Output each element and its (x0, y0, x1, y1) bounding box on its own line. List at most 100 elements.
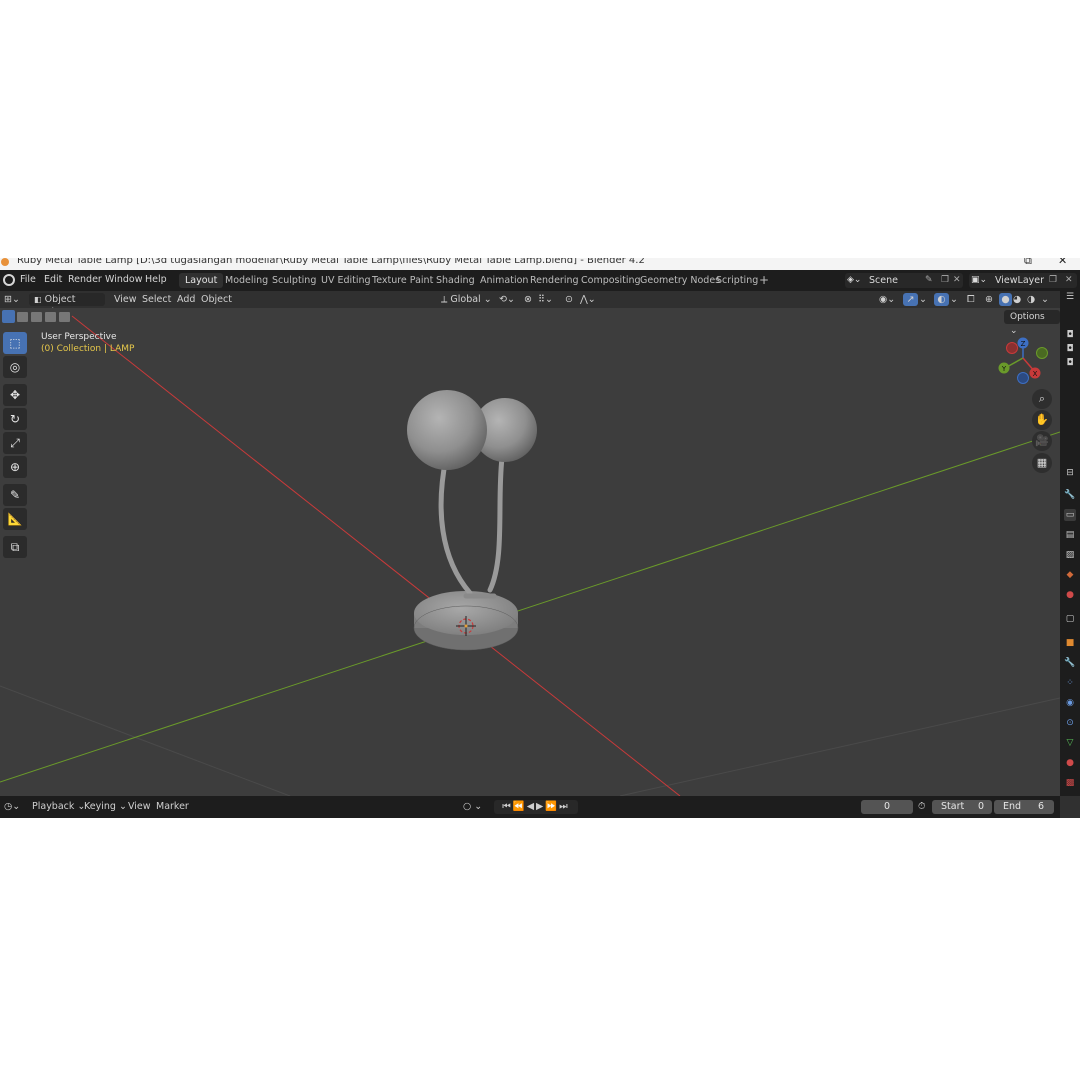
world-tab-icon[interactable]: ● (1064, 589, 1076, 601)
falloff-icon[interactable]: ⋀⌄ (580, 293, 596, 306)
rotate-tool[interactable]: ↻ (3, 408, 27, 430)
menu-view[interactable]: View (114, 293, 137, 306)
menu-help[interactable]: Help (145, 274, 167, 285)
end-frame-field[interactable]: End 6 (994, 800, 1054, 814)
pin-icon[interactable]: ✎ (925, 273, 933, 288)
visibility-icon[interactable]: ◉⌄ (879, 293, 895, 306)
measure-tool[interactable]: 📐 (3, 508, 27, 530)
overlay-menu-icon[interactable]: ⌄ (950, 293, 958, 306)
physics-tab-icon[interactable]: ◉ (1064, 697, 1076, 709)
next-keyframe-icon[interactable]: ⏩ (545, 801, 559, 812)
remove-scene-icon[interactable]: ✕ (953, 273, 961, 288)
scene-selector[interactable]: ◈⌄ Scene ✎ ❐ ✕ (845, 273, 963, 288)
play-reverse-icon[interactable]: ◀ (527, 801, 536, 812)
properties-editor-icon[interactable]: ☰ (1064, 291, 1076, 303)
prev-keyframe-icon[interactable]: ⏪ (513, 801, 527, 812)
editor-type-properties-icon[interactable]: ⊟ (1064, 467, 1076, 479)
modifier-tab-icon[interactable]: 🔧 (1064, 657, 1076, 669)
gizmo-neg-z-handle[interactable] (1017, 372, 1029, 384)
rendered-shading-icon[interactable]: ◑ (1027, 293, 1035, 306)
select-subtract-icon[interactable] (31, 312, 42, 322)
tab-shading[interactable]: Shading (430, 273, 481, 288)
jump-end-icon[interactable]: ⏭ (559, 801, 570, 812)
pan-hand-icon[interactable]: ✋ (1032, 410, 1052, 430)
render-tab-icon[interactable]: ▭ (1064, 509, 1076, 521)
render-visibility-icon-2[interactable]: ◘ (1064, 343, 1076, 355)
scale-tool[interactable]: ⤢ (3, 432, 27, 454)
zoom-icon[interactable]: ⌕ (1032, 389, 1052, 409)
menu-file[interactable]: File (20, 274, 36, 285)
tab-layout[interactable]: Layout (179, 273, 224, 288)
select-invert-icon[interactable] (45, 312, 56, 322)
3d-viewport[interactable]: Z Y X User Perspective (0) Collection | … (0, 308, 1060, 796)
gizmo-neg-y-handle[interactable] (1036, 347, 1048, 359)
new-view-layer-icon[interactable]: ❐ (1049, 273, 1057, 288)
object-tab-icon[interactable]: ■ (1064, 637, 1076, 649)
menu-render[interactable]: Render (68, 274, 102, 285)
timeline-menu-playback[interactable]: Playback ⌄ (32, 800, 85, 814)
material-tab-icon[interactable]: ● (1064, 757, 1076, 769)
move-tool[interactable]: ✥ (3, 384, 27, 406)
transform-tool[interactable]: ⊕ (3, 456, 27, 478)
lamp-stem-left[interactable] (438, 455, 473, 596)
add-workspace-button[interactable]: + (753, 273, 775, 288)
tab-texture-paint[interactable]: Texture Paint (366, 273, 439, 288)
gizmo-toggle-icon[interactable]: ↗ (903, 293, 918, 306)
new-scene-icon[interactable]: ❐ (941, 273, 949, 288)
scene-tab-icon[interactable]: ◆ (1064, 569, 1076, 581)
blender-logo-icon[interactable] (3, 274, 15, 286)
menu-add[interactable]: Add (177, 293, 195, 306)
view-layer-selector[interactable]: ▣⌄ ViewLayer ❐ ✕ (969, 273, 1077, 288)
particles-tab-icon[interactable]: ⁘ (1064, 677, 1076, 689)
current-frame-field[interactable]: 0 (861, 800, 913, 814)
timeline-editor-icon[interactable]: ◷⌄ (4, 800, 20, 814)
texture-tab-icon[interactable]: ▩ (1064, 777, 1076, 789)
options-dropdown[interactable]: Options ⌄ (1004, 310, 1060, 336)
preview-range-icon[interactable]: ⏱ (918, 800, 925, 814)
editor-type-icon[interactable]: ⊞⌄ (4, 293, 20, 306)
cursor-tool[interactable]: ◎ (3, 356, 27, 378)
timeline-menu-keying[interactable]: Keying ⌄ (84, 800, 127, 814)
data-tab-icon[interactable]: ▽ (1064, 737, 1076, 749)
overlay-toggle-icon[interactable]: ◐ (934, 293, 949, 306)
collection-tab-icon[interactable]: ▢ (1064, 613, 1076, 625)
play-icon[interactable]: ▶ (536, 801, 545, 812)
start-frame-field[interactable]: Start 0 (932, 800, 992, 814)
remove-view-layer-icon[interactable]: ✕ (1065, 273, 1073, 288)
select-intersect-icon[interactable] (59, 312, 70, 322)
orientation-gizmo[interactable]: Z Y X (998, 337, 1048, 384)
pivot-point-icon[interactable]: ⟲⌄ (499, 293, 515, 306)
ortho-grid-icon[interactable]: ▦ (1032, 453, 1052, 473)
select-box-tool[interactable]: ⬚ (3, 332, 27, 354)
material-shading-icon[interactable]: ◕ (1013, 293, 1021, 306)
render-visibility-icon[interactable]: ◘ (1064, 329, 1076, 341)
render-visibility-icon-3[interactable]: ◘ (1064, 357, 1076, 369)
timeline-menu-marker[interactable]: Marker (156, 800, 189, 814)
menu-window[interactable]: Window (105, 274, 142, 285)
tab-sculpting[interactable]: Sculpting (266, 273, 322, 288)
snap-target-icon[interactable]: ⠿⌄ (538, 293, 553, 306)
transform-orientation-dropdown[interactable]: ⟂ Global ⌄ (441, 293, 492, 306)
shading-menu-icon[interactable]: ⌄ (1041, 293, 1049, 306)
wireframe-shading-icon[interactable]: ⊕ (985, 293, 993, 306)
gizmo-neg-x-handle[interactable] (1006, 342, 1018, 354)
jump-start-icon[interactable]: ⏮ (502, 801, 513, 812)
gizmo-menu-icon[interactable]: ⌄ (919, 293, 927, 306)
menu-select[interactable]: Select (142, 293, 171, 306)
timeline-menu-view[interactable]: View (128, 800, 151, 814)
select-new-icon[interactable] (2, 310, 15, 323)
view-layer-tab-icon[interactable]: ▨ (1064, 549, 1076, 561)
menu-edit[interactable]: Edit (44, 274, 62, 285)
snap-icon[interactable]: ⊗ (524, 293, 532, 306)
auto-keying-icon[interactable]: ○ ⌄ (463, 800, 482, 814)
close-icon[interactable]: ✕ (1058, 258, 1067, 267)
lamp-stem-right[interactable] (487, 455, 505, 593)
tool-tab-icon[interactable]: 🔧 (1064, 489, 1076, 501)
xray-icon[interactable]: ⧠ (967, 293, 975, 306)
add-cube-tool[interactable]: ⧉ (3, 536, 27, 558)
camera-view-icon[interactable]: 🎥 (1032, 431, 1052, 451)
mode-selector[interactable]: ◧ Object Mode ⌄ (29, 293, 105, 318)
select-extend-icon[interactable] (17, 312, 28, 322)
constraints-tab-icon[interactable]: ⊙ (1064, 717, 1076, 729)
maximize-icon[interactable]: ⧉ (1024, 258, 1032, 267)
